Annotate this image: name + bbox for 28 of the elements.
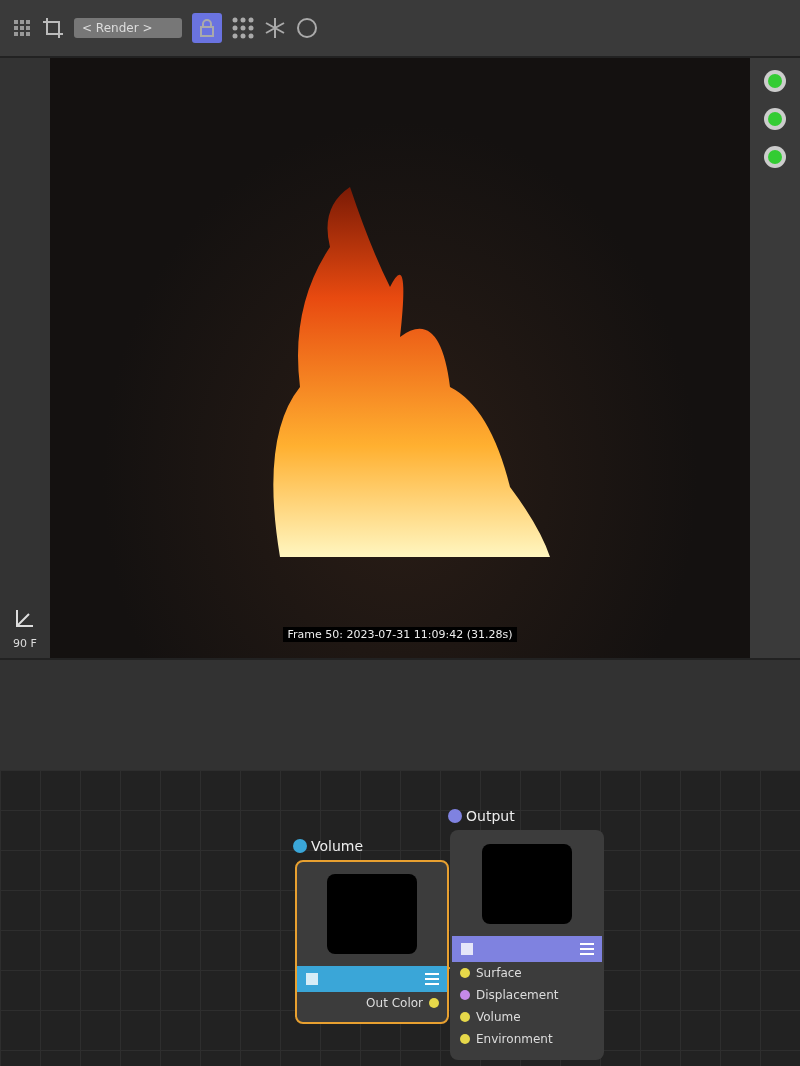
menu-icon[interactable] (425, 973, 439, 985)
port-label: Surface (476, 966, 522, 980)
port-label: Displacement (476, 988, 559, 1002)
port-dot[interactable] (429, 998, 439, 1008)
menu-icon[interactable] (580, 943, 594, 955)
image-icon[interactable] (460, 942, 474, 956)
shape-tool-icon[interactable] (762, 68, 788, 94)
dots-grid-icon[interactable] (232, 17, 255, 39)
frame-status-label: Frame 50: 2023-07-31 11:09:42 (31.28s) (283, 627, 517, 642)
shape-tool-icon[interactable] (762, 144, 788, 170)
port-dot[interactable] (460, 1034, 470, 1044)
port-label: Volume (476, 1010, 521, 1024)
node-title: Output (466, 808, 515, 824)
crop-icon[interactable] (42, 17, 64, 39)
port-dot[interactable] (460, 968, 470, 978)
port-dot[interactable] (460, 1012, 470, 1022)
grid-icon[interactable] (12, 18, 32, 38)
lock-button[interactable] (192, 13, 223, 43)
shape-tool-icon[interactable] (762, 106, 788, 132)
port-label: Environment (476, 1032, 553, 1046)
snowflake-icon[interactable] (264, 17, 287, 39)
port-dot[interactable] (460, 990, 470, 1000)
circle-icon[interactable] (296, 17, 319, 39)
node-title: Volume (311, 838, 364, 854)
axis-icon[interactable] (14, 607, 36, 629)
lock-icon (199, 19, 216, 37)
end-frame-label: 90 F (13, 637, 37, 650)
port-label: Out Color (366, 996, 423, 1010)
